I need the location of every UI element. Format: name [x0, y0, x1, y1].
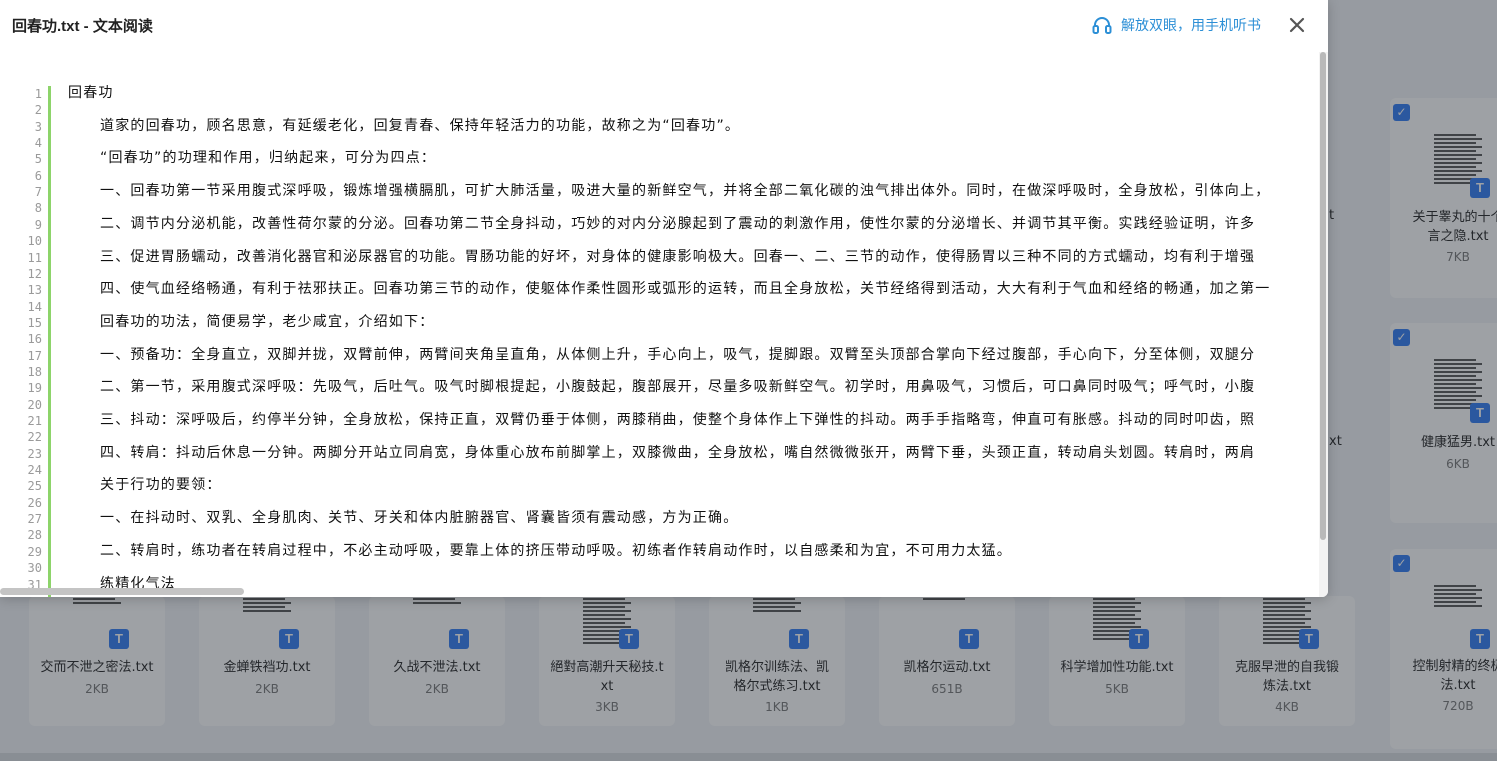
line-number: 8: [34, 201, 42, 216]
line-number: 20: [27, 397, 42, 412]
text-line: 三、抖动：深呼吸后，约停半分钟，全身放松，保持正直，双臂仍垂于体侧，两膝稍曲，使…: [100, 412, 1256, 428]
line-number: 26: [27, 495, 42, 510]
text-content-area[interactable]: 1 2 3 4 5 6 7 8 9 10 11 12 13 14 15 16 17 18 19 20 21 22 23 24 2…: [0, 82, 1318, 597]
line-number: 4: [34, 136, 42, 151]
line-number: 12: [27, 266, 42, 281]
line-number: 18: [27, 364, 42, 379]
horizontal-scrollbar-thumb[interactable]: [0, 588, 244, 595]
line-number: 9: [34, 217, 42, 232]
line-number: 24: [27, 463, 42, 478]
line-number: 3: [34, 119, 42, 134]
line-number: 30: [27, 561, 42, 576]
text-line: 二、调节内分泌机能，改善性荷尔蒙的分泌。回春功第二节全身抖动，巧妙的对内分泌腺起…: [100, 215, 1256, 232]
vertical-scrollbar[interactable]: [1319, 52, 1328, 597]
text-line: 一、回春功第一节采用腹式深呼吸，锻炼增强横膈肌，可扩大肺活量，吸进大量的新鲜空气…: [100, 183, 1271, 200]
text-reader-modal: 回春功.txt - 文本阅读 解放双眼，用手机听书 1 2 3 4 5 6 7 8 9 10 11 1…: [0, 0, 1328, 597]
text-line: 回春功的功法，简便易学，老少咸宜，介绍如下：: [100, 313, 435, 330]
line-number: 6: [34, 168, 42, 183]
text-line: 四、使气血经络畅通，有利于祛邪扶正。回春功第三节的动作，使躯体作柔性圆形或弧形的…: [100, 281, 1271, 298]
line-number: 19: [27, 381, 42, 396]
line-number: 5: [34, 152, 42, 167]
line-number: 17: [27, 348, 42, 363]
line-number: 11: [27, 250, 42, 265]
vertical-scrollbar-thumb[interactable]: [1320, 52, 1326, 540]
document-heading: 回春功: [68, 85, 114, 101]
line-number: 21: [27, 414, 42, 428]
close-button[interactable]: [1286, 14, 1308, 36]
line-number: 16: [27, 332, 42, 347]
modal-title: 回春功.txt - 文本阅读: [12, 18, 153, 35]
line-number: 14: [27, 299, 42, 314]
line-number: 22: [27, 430, 42, 445]
listen-label: 解放双眼，用手机听书: [1121, 18, 1261, 34]
line-number: 2: [34, 103, 42, 118]
line-number: 28: [27, 528, 42, 543]
text-line: “回春功”的功理和作用，归纳起来，可分为四点：: [100, 150, 437, 167]
line-number: 15: [27, 315, 42, 330]
text-line: 三、促进胃肠蠕动，改善消化器官和泌尿器官的功能。胃肠功能的好坏，对身体的健康影响…: [100, 248, 1256, 265]
line-number: 13: [27, 283, 42, 298]
text-line: 关于行功的要领：: [100, 477, 222, 494]
listen-with-phone-link[interactable]: 解放双眼，用手机听书: [1092, 14, 1261, 36]
headphones-icon: [1092, 17, 1112, 34]
text-line: 四、转肩：抖动后休息一分钟。两脚分开站立同肩宽，身体重心放布前脚掌上，双膝微曲，…: [100, 444, 1256, 461]
line-number: 23: [27, 446, 42, 461]
text-line: 道家的回春功，顾名思意，有延缓老化，回复青春、保持年轻活力的功能，故称之为“回春…: [100, 117, 741, 134]
line-number: 27: [27, 512, 42, 527]
line-number-gutter: 1 2 3 4 5 6 7 8 9 10 11 12 13 14 15 16 17 18 19 20 21 22 23 24 2…: [0, 82, 48, 597]
line-number: 25: [27, 479, 42, 494]
text-line: 一、预备功：全身直立，双脚并拢，双臂前伸，两臂间夹角呈直角，从体侧上升，手心向上…: [100, 346, 1256, 363]
line-number: 7: [34, 185, 42, 200]
line-number: 29: [27, 544, 42, 559]
text-line: 二、第一节，采用腹式深呼吸：先吸气，后吐气。吸气时脚根提起，小腹鼓起，腹部展开，…: [100, 379, 1256, 396]
line-number: 10: [27, 234, 42, 249]
text-line: 一、在抖动时、双乳、全身肌肉、关节、牙关和体内脏腑器官、肾囊皆须有震动感，方为正…: [100, 510, 739, 527]
close-icon: [1289, 17, 1305, 33]
line-number: 1: [34, 87, 42, 101]
text-line: 二、转肩时，练功者在转肩过程中，不必主动呼吸，要靠上体的挤压带动呼吸。初练者作转…: [100, 542, 1012, 559]
gutter-divider: [48, 86, 51, 597]
